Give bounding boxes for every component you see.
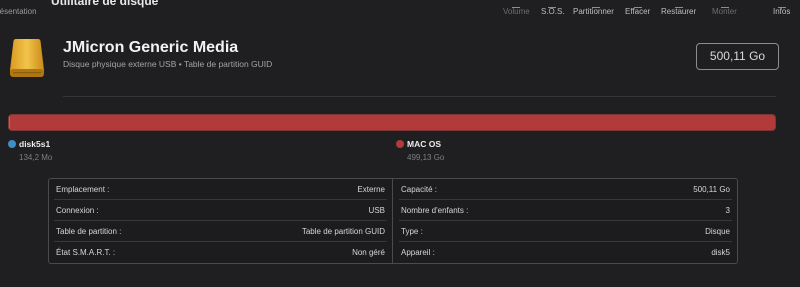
disk-description: Disque physique externe USB • Table de p…: [63, 59, 273, 69]
toolbar-volume-button[interactable]: Volume: [503, 7, 530, 16]
partition-icon: [592, 3, 600, 8]
info-icon: [778, 3, 786, 8]
info-key: Connexion :: [56, 206, 99, 215]
info-value: Non géré: [352, 248, 385, 257]
info-row: Type : Disque: [399, 221, 732, 242]
toolbar-partition-label: Partitionner: [573, 7, 614, 16]
partition-color-dot: [396, 140, 404, 148]
disk-info-table: Emplacement : Externe Connexion : USB Ta…: [48, 178, 738, 264]
info-value: disk5: [711, 248, 730, 257]
toolbar-mount-button[interactable]: Monter: [712, 7, 737, 16]
info-column-left: Emplacement : Externe Connexion : USB Ta…: [49, 179, 392, 263]
volume-icon: [512, 3, 520, 8]
header-divider: [63, 96, 776, 97]
partition-color-dot: [8, 140, 16, 148]
capacity-badge: 500,11 Go: [696, 43, 779, 70]
disk-name: JMicron Generic Media: [63, 39, 239, 56]
toolbar-restore-label: Restaurer: [661, 7, 697, 16]
info-row: État S.M.A.R.T. : Non géré: [54, 242, 387, 263]
info-row: Nombre d'enfants : 3: [399, 200, 732, 221]
partition-map-bar[interactable]: [8, 114, 776, 131]
info-key: Capacité :: [401, 185, 438, 194]
info-row: Appareil : disk5: [399, 242, 732, 263]
toolbar-partition-button[interactable]: Partitionner: [573, 7, 614, 16]
info-value: Disque: [705, 227, 730, 236]
toolbar-erase-label: Effacer: [625, 7, 651, 16]
info-value: USB: [368, 206, 385, 215]
info-value: Table de partition GUID: [301, 227, 385, 236]
partition-size: 499,13 Go: [407, 153, 445, 162]
info-key: État S.M.A.R.T. :: [56, 248, 116, 257]
info-key: Table de partition :: [56, 227, 122, 236]
partition-name: MAC OS: [407, 139, 441, 149]
info-value: Externe: [357, 185, 385, 194]
app-title: Utilitaire de disque: [51, 0, 159, 8]
info-value: 3: [725, 206, 730, 215]
info-key: Type :: [401, 227, 423, 236]
info-value: 500,11 Go: [693, 185, 730, 194]
toolbar-erase-button[interactable]: Effacer: [625, 7, 650, 16]
info-key: Nombre d'enfants :: [401, 206, 469, 215]
info-row: Capacité : 500,11 Go: [399, 179, 732, 200]
toolbar: résentation Utilitaire de disque Volume …: [0, 0, 800, 18]
restore-icon: [675, 3, 683, 8]
info-column-separator: [392, 179, 393, 263]
toolbar-sos-label: S.O.S.: [541, 7, 565, 16]
toolbar-volume-label: Volume: [503, 7, 530, 16]
toolbar-mount-label: Monter: [712, 7, 737, 16]
info-column-right: Capacité : 500,11 Go Nombre d'enfants : …: [394, 179, 737, 263]
view-presentation-label[interactable]: résentation: [0, 7, 37, 16]
toolbar-sos-button[interactable]: S.O.S.: [541, 7, 565, 16]
mount-icon: [721, 3, 729, 8]
info-key: Appareil :: [401, 248, 435, 257]
toolbar-info-button[interactable]: Infos: [773, 7, 790, 16]
partition-name: disk5s1: [19, 139, 51, 149]
info-row: Emplacement : Externe: [54, 179, 387, 200]
info-row: Table de partition : Table de partition …: [54, 221, 387, 242]
partition-size: 134,2 Mo: [19, 153, 53, 162]
toolbar-info-label: Infos: [773, 7, 791, 16]
toolbar-restore-button[interactable]: Restaurer: [661, 7, 696, 16]
info-row: Connexion : USB: [54, 200, 387, 221]
external-drive-icon: [10, 39, 44, 77]
stethoscope-icon: [548, 3, 556, 8]
erase-icon: [634, 3, 642, 8]
info-key: Emplacement :: [56, 185, 110, 194]
